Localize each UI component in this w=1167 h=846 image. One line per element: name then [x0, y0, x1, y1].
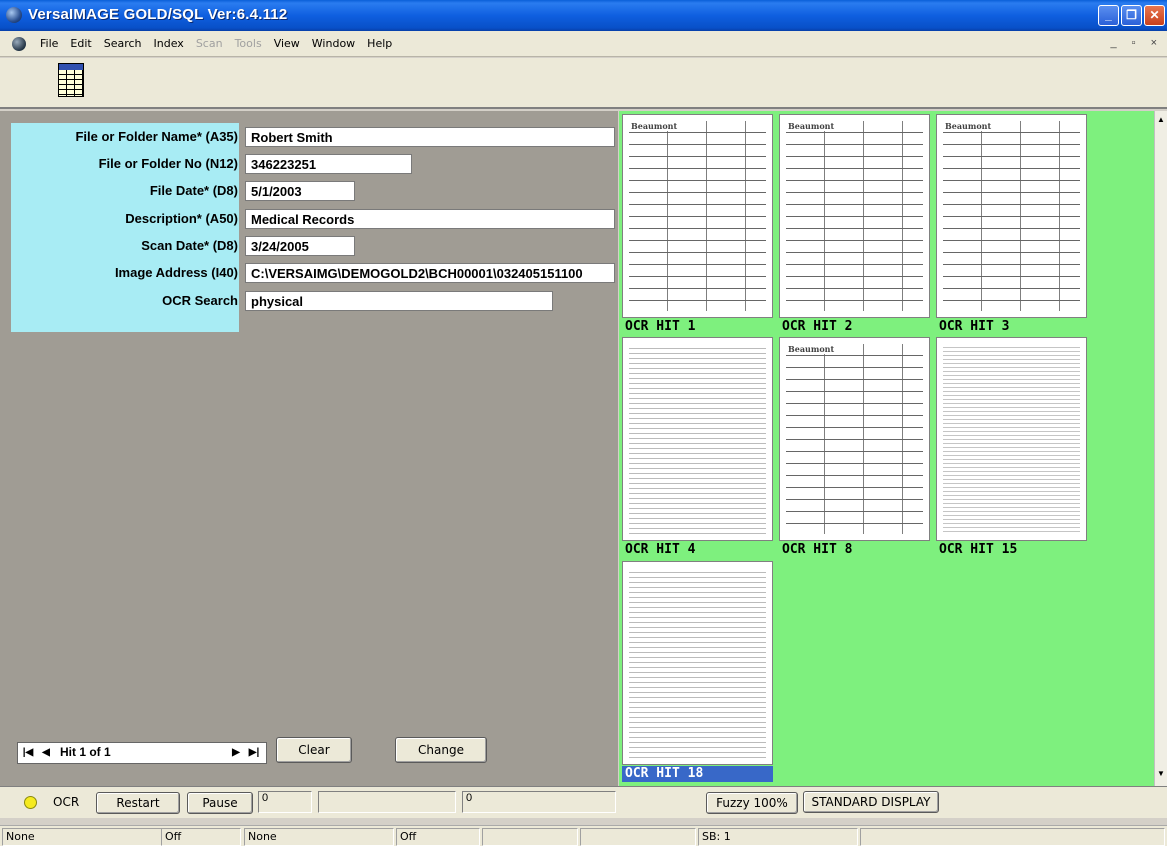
status-cell-8 — [860, 828, 1165, 846]
label-description: Description* (A50) — [125, 211, 238, 226]
thumbnail-caption[interactable]: OCR HIT 4 — [622, 542, 773, 558]
menu-scan: Scan — [195, 37, 223, 50]
thumbnail-hit-2[interactable]: Beaumont — [779, 114, 930, 318]
label-file-date: File Date* (D8) — [149, 183, 238, 198]
ocr-status-led-icon — [24, 796, 37, 809]
toolbar — [0, 58, 1167, 109]
status-cell-3: None — [244, 828, 394, 846]
thumbnail-hit-3[interactable]: Beaumont — [936, 114, 1087, 318]
ocr-control-bar: OCR Restart Pause 0 0 Fuzzy 100% STANDAR… — [0, 786, 1167, 818]
ocr-progress-field — [318, 791, 456, 813]
title-bar[interactable]: VersaIMAGE GOLD/SQL Ver:6.4.112 _ ❐ ✕ — [0, 0, 1167, 31]
close-button[interactable]: ✕ — [1144, 5, 1165, 26]
menu-file[interactable]: File — [34, 37, 64, 50]
thumbnail-caption-selected[interactable]: OCR HIT 18 — [622, 766, 773, 782]
status-cell-2: Off — [161, 828, 241, 846]
thumbnail-hit-4[interactable] — [622, 337, 773, 541]
scroll-up-arrow-icon[interactable]: ▲ — [1155, 113, 1167, 127]
label-ocr-search: OCR Search — [162, 293, 238, 308]
menu-bar: File Edit Search Index Scan Tools View W… — [0, 31, 1167, 57]
status-cell-6 — [580, 828, 696, 846]
field-file-date[interactable]: 5/1/2003 — [245, 181, 355, 201]
thumbnail-hit-15[interactable] — [936, 337, 1087, 541]
window-title: VersaIMAGE GOLD/SQL Ver:6.4.112 — [28, 6, 288, 23]
last-hit-button[interactable]: ▶| — [246, 745, 262, 761]
menu-tools: Tools — [234, 37, 262, 50]
thumbnail-scrollbar[interactable]: ▲ ▼ — [1154, 111, 1167, 786]
restart-button[interactable]: Restart — [96, 792, 180, 814]
thumbnail-hit-1[interactable]: Beaumont — [622, 114, 773, 318]
status-bar: None Off None Off SB: 1 — [0, 825, 1167, 846]
status-cell-5 — [482, 828, 578, 846]
menu-help[interactable]: Help — [361, 37, 398, 50]
thumbnail-logo: Beaumont — [786, 121, 837, 131]
thumbnail-hit-8[interactable]: Beaumont — [779, 337, 930, 541]
field-scan-date[interactable]: 3/24/2005 — [245, 236, 355, 256]
thumbnail-caption[interactable]: OCR HIT 2 — [779, 319, 930, 335]
thumbnail-caption[interactable]: OCR HIT 8 — [779, 542, 930, 558]
hit-navigator: |◀ ◀ Hit 1 of 1 ▶ ▶| — [17, 742, 267, 764]
table-grid-icon[interactable] — [58, 63, 84, 97]
next-hit-button[interactable]: ▶ — [228, 745, 244, 761]
ocr-counter-3: 0 — [462, 791, 616, 813]
menu-index[interactable]: Index — [148, 37, 190, 50]
scroll-down-arrow-icon[interactable]: ▼ — [1155, 767, 1167, 781]
thumbnail-logo: Beaumont — [786, 344, 837, 354]
pause-button[interactable]: Pause — [187, 792, 253, 814]
prev-hit-button[interactable]: ◀ — [38, 745, 54, 761]
ocr-label: OCR — [53, 795, 80, 809]
thumbnail-logo: Beaumont — [629, 121, 680, 131]
status-cell-4: Off — [396, 828, 480, 846]
label-file-folder-name: File or Folder Name* (A35) — [75, 129, 238, 144]
thumbnail-logo: Beaumont — [943, 121, 994, 131]
menu-window[interactable]: Window — [306, 37, 361, 50]
menu-view[interactable]: View — [268, 37, 306, 50]
hit-counter: Hit 1 of 1 — [60, 745, 111, 759]
field-description[interactable]: Medical Records — [245, 209, 615, 229]
standard-display-button[interactable]: STANDARD DISPLAY — [803, 791, 939, 813]
thumbnail-caption[interactable]: OCR HIT 15 — [936, 542, 1087, 558]
thumbnail-caption[interactable]: OCR HIT 1 — [622, 319, 773, 335]
mdi-document-icon[interactable] — [12, 37, 26, 51]
app-icon[interactable] — [6, 7, 22, 23]
field-file-folder-name[interactable]: Robert Smith — [245, 127, 615, 147]
field-file-folder-no[interactable]: 346223251 — [245, 154, 412, 174]
index-form-panel: File or Folder Name* (A35) Robert Smith … — [0, 111, 618, 786]
thumbnail-panel: Beaumont OCR HIT 1 Beaumont OCR HIT 2 Be… — [619, 111, 1154, 786]
ocr-counter-1: 0 — [258, 791, 312, 813]
thumbnail-caption[interactable]: OCR HIT 3 — [936, 319, 1087, 335]
change-button[interactable]: Change — [395, 737, 487, 763]
label-image-address: Image Address (I40) — [114, 265, 238, 280]
clear-button[interactable]: Clear — [276, 737, 352, 763]
fuzzy-button[interactable]: Fuzzy 100% — [706, 792, 798, 814]
menu-edit[interactable]: Edit — [64, 37, 97, 50]
label-scan-date: Scan Date* (D8) — [141, 238, 238, 253]
field-image-address[interactable]: C:\VERSAIMG\DEMOGOLD2\BCH00001\032405151… — [245, 263, 615, 283]
field-ocr-search[interactable]: physical — [245, 291, 553, 311]
status-cell-1: None — [2, 828, 162, 846]
menu-search[interactable]: Search — [98, 37, 148, 50]
label-file-folder-no: File or Folder No (N12) — [98, 156, 238, 171]
minimize-button[interactable]: _ — [1098, 5, 1119, 26]
restore-button[interactable]: ❐ — [1121, 5, 1142, 26]
thumbnail-hit-18[interactable] — [622, 561, 773, 765]
mdi-window-controls[interactable]: _ ▫ × — [1110, 37, 1163, 49]
first-hit-button[interactable]: |◀ — [20, 745, 36, 761]
status-cell-sb: SB: 1 — [698, 828, 858, 846]
